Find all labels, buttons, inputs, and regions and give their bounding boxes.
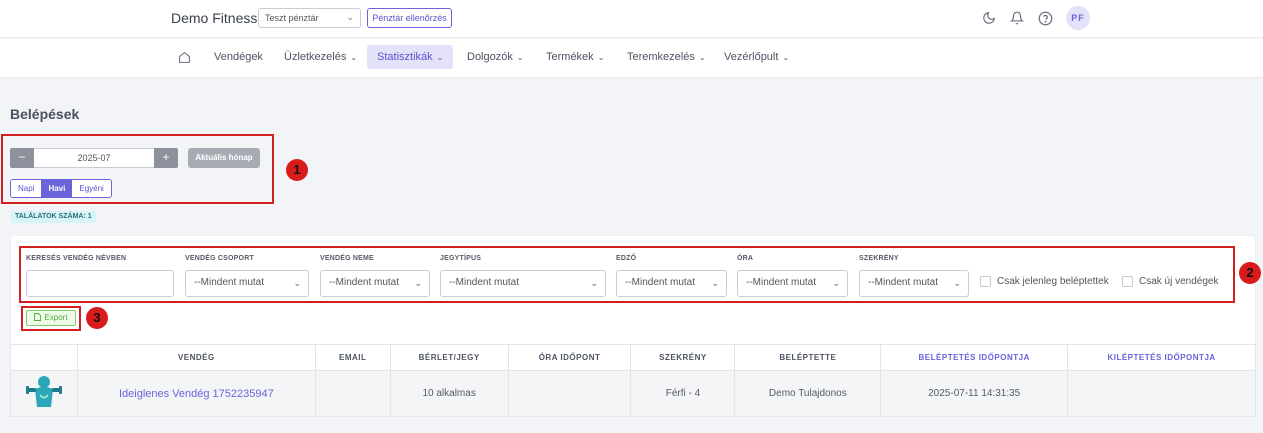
brand-name[interactable]: Demo Fitness [171, 10, 257, 26]
column-header-photo [10, 344, 78, 371]
annotation-box-3 [21, 306, 81, 331]
annotation-badge-3: 3 [86, 307, 108, 329]
annotation-box-1 [1, 134, 274, 204]
nav-item-vezerlopult[interactable]: Vezérlőpult ⌄ [714, 45, 799, 69]
annotation-box-2 [19, 246, 1235, 303]
column-header-locker[interactable]: SZEKRÉNY [630, 344, 736, 371]
register-select[interactable]: Teszt pénztár ⌄ [258, 8, 361, 28]
nav-item-termekek[interactable]: Termékek ⌄ [536, 45, 614, 69]
guest-name-link[interactable]: Ideiglenes Vendég 1752235947 [76, 370, 316, 417]
column-header-guest[interactable]: VENDÉG [76, 344, 316, 371]
top-bar: Demo Fitness Teszt pénztár ⌄ Pénztár ell… [0, 0, 1263, 38]
bell-icon[interactable] [1008, 9, 1026, 27]
check-out-time-cell [1067, 370, 1256, 417]
table-row[interactable]: Ideiglenes Vendég 1752235947 10 alkalmas… [10, 370, 1256, 417]
column-header-check-out-time[interactable]: KILÉPTETÉS IDŐPONTJA [1067, 344, 1256, 371]
column-header-checked-in-by[interactable]: BELÉPTETTE [734, 344, 882, 371]
nav-item-vendegek[interactable]: Vendégek [204, 45, 273, 69]
annotation-badge-2: 2 [1239, 262, 1261, 284]
check-in-time-cell: 2025-07-11 14:31:35 [880, 370, 1069, 417]
checked-in-by-cell: Demo Tulajdonos [734, 370, 882, 417]
register-check-button[interactable]: Pénztár ellenőrzés [367, 8, 452, 28]
chevron-down-icon: ⌄ [597, 53, 605, 62]
nav-item-dolgozok[interactable]: Dolgozók ⌄ [457, 45, 534, 69]
moon-icon[interactable] [980, 9, 998, 27]
chevron-down-icon: ⌄ [350, 53, 358, 62]
chevron-down-icon: ⌄ [782, 53, 790, 62]
entries-table: VENDÉG EMAIL BÉRLET/JEGY ÓRA IDŐPONT SZE… [10, 344, 1256, 417]
chevron-down-icon: ⌄ [516, 53, 524, 62]
class-time-cell [507, 370, 632, 417]
table-header-row: VENDÉG EMAIL BÉRLET/JEGY ÓRA IDŐPONT SZE… [10, 344, 1256, 371]
help-icon[interactable] [1036, 9, 1054, 27]
nav-item-uzletkezeles[interactable]: Üzletkezelés ⌄ [274, 45, 367, 69]
nav-item-statisztikak[interactable]: Statisztikák ⌄ [367, 45, 454, 69]
home-icon[interactable] [178, 51, 191, 67]
annotation-badge-1: 1 [286, 159, 308, 181]
guest-avatar-cell [10, 370, 78, 417]
avatar[interactable]: PF [1066, 6, 1090, 30]
column-header-email[interactable]: EMAIL [314, 344, 391, 371]
page-title: Belépések [10, 106, 80, 122]
main-nav: Vendégek Üzletkezelés ⌄ Statisztikák ⌄ Dol… [0, 39, 1263, 78]
column-header-class-time[interactable]: ÓRA IDŐPONT [507, 344, 632, 371]
nav-item-teremkezeles[interactable]: Teremkezelés ⌄ [617, 45, 716, 69]
chevron-down-icon: ⌄ [436, 53, 444, 62]
pass-cell: 10 alkalmas [389, 370, 509, 417]
column-header-check-in-time[interactable]: BELÉPTETÉS IDŐPONTJA [880, 344, 1069, 371]
locker-cell: Férfi - 4 [630, 370, 736, 417]
column-header-pass[interactable]: BÉRLET/JEGY [389, 344, 509, 371]
register-select-value: Teszt pénztár [265, 13, 319, 23]
chevron-down-icon: ⌄ [346, 12, 354, 22]
results-count-badge: TALÁLATOK SZÁMA: 1 [11, 211, 96, 223]
email-cell [314, 370, 391, 417]
guest-avatar-icon [25, 376, 62, 407]
chevron-down-icon: ⌄ [698, 53, 706, 62]
